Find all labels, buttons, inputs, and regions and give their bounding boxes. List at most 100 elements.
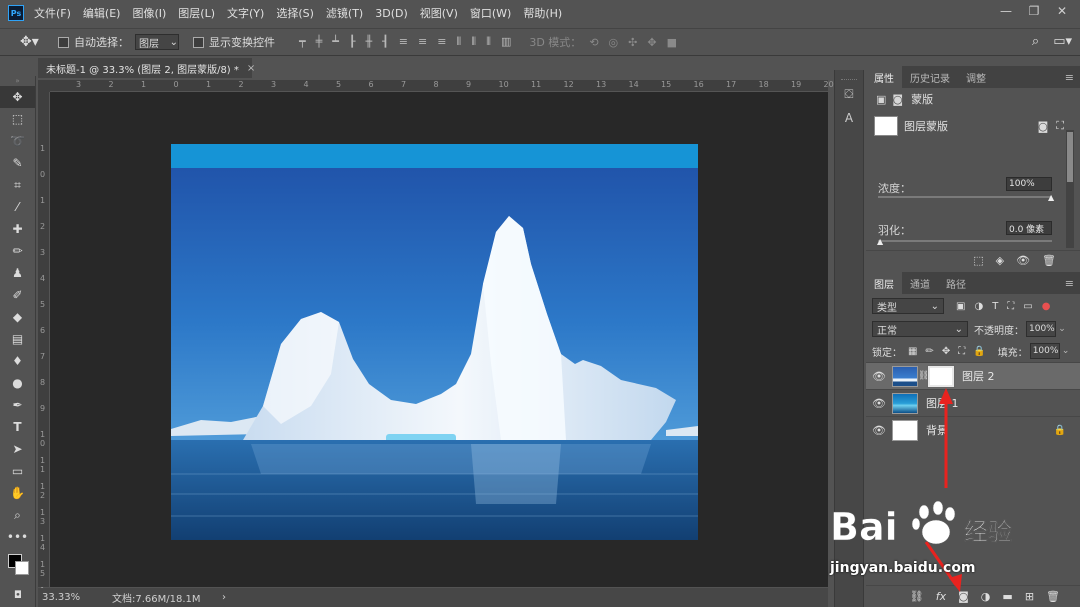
properties-scroll-thumb[interactable] <box>1067 132 1073 182</box>
blend-mode-dropdown[interactable]: 正常 ⌄ <box>872 321 968 337</box>
feather-slider[interactable] <box>878 240 1052 242</box>
healing-brush-icon[interactable]: ✚ <box>0 218 35 240</box>
pen-icon[interactable]: ✒ <box>0 394 35 416</box>
lasso-icon[interactable]: ➰ <box>0 130 35 152</box>
distribute-right-icon[interactable]: ⦀ <box>486 35 491 49</box>
density-input[interactable]: 100% <box>1006 177 1052 191</box>
align-hcenter-icon[interactable]: ╫ <box>366 35 373 49</box>
filter-adjustment-icon[interactable]: ◑ <box>974 301 983 312</box>
visibility-eye-icon[interactable]: 👁 <box>866 370 892 383</box>
auto-align-icon[interactable]: ▥ <box>501 35 511 49</box>
menu-filter[interactable]: 滤镜(T) <box>326 5 363 21</box>
layers-menu-icon[interactable]: ≡ <box>1065 277 1074 290</box>
select-mask-icon[interactable]: ◙ <box>1038 120 1049 133</box>
distribute-vcenter-icon[interactable]: ≡ <box>418 35 427 49</box>
hand-icon[interactable]: ✋ <box>0 482 35 504</box>
strip-grip[interactable] <box>841 72 857 80</box>
dodge-icon[interactable]: ● <box>0 372 35 394</box>
marquee-icon[interactable]: ⬚ <box>0 108 35 130</box>
lock-artboard-icon[interactable]: ⛶ <box>958 346 965 357</box>
filter-pixel-icon[interactable]: ▣ <box>956 301 965 312</box>
align-top-icon[interactable]: ┯ <box>299 35 306 49</box>
restore-icon[interactable]: ❐ <box>1022 2 1046 20</box>
add-vector-mask-icon[interactable]: ⛶ <box>1056 119 1064 133</box>
load-selection-icon[interactable]: ⬚ <box>973 254 983 267</box>
vector-mask-icon[interactable]: ◙ <box>892 93 903 106</box>
minimize-icon[interactable]: — <box>994 2 1018 20</box>
menu-type[interactable]: 文字(Y) <box>227 5 264 21</box>
lock-position-icon[interactable]: ✥ <box>942 346 950 357</box>
lock-all-icon[interactable]: 🔒 <box>973 346 985 357</box>
distribute-left-icon[interactable]: ⦀ <box>456 35 461 49</box>
density-slider[interactable] <box>878 196 1052 198</box>
quick-mask-icon[interactable]: ◘ <box>0 584 36 606</box>
align-vcenter-icon[interactable]: ╪ <box>316 35 323 49</box>
tab-adjustments[interactable]: 调整 <box>958 66 994 88</box>
type-icon[interactable]: T <box>0 416 35 438</box>
distribute-top-icon[interactable]: ≡ <box>399 35 408 49</box>
layer-row-layer1[interactable]: 👁 图层 1 <box>866 389 1080 416</box>
new-layer-icon[interactable]: ⊞ <box>1025 590 1034 603</box>
lock-transparent-icon[interactable]: ▦ <box>908 346 917 357</box>
filter-shape-icon[interactable]: ⛶ <box>1007 301 1014 312</box>
zoom-level[interactable]: 33.33% <box>42 592 112 603</box>
toolbar-grip-icon[interactable]: » <box>0 76 35 86</box>
layer-row-background[interactable]: 👁 背景 🔒 <box>866 416 1080 443</box>
feather-input[interactable]: 0.0 像素 <box>1006 221 1052 235</box>
auto-select-checkbox[interactable] <box>58 36 69 48</box>
eraser-icon[interactable]: ◆ <box>0 306 35 328</box>
brush-icon[interactable]: ✏ <box>0 240 35 262</box>
align-bottom-icon[interactable]: ┷ <box>332 35 339 49</box>
move-icon[interactable]: ✥ <box>0 86 35 108</box>
opacity-input[interactable]: 100% <box>1026 321 1056 337</box>
toggle-mask-eye-icon[interactable]: 👁 <box>1016 254 1030 267</box>
pixel-mask-icon[interactable]: ▣ <box>876 93 886 106</box>
layer-thumbnail[interactable] <box>892 392 918 414</box>
layer-style-icon[interactable]: fx <box>936 590 946 603</box>
scale-3d-icon[interactable]: ■ <box>667 36 677 49</box>
slide-3d-icon[interactable]: ✥ <box>647 36 656 49</box>
gradient-icon[interactable]: ▤ <box>0 328 35 350</box>
layer-name[interactable]: 图层 2 <box>962 368 995 384</box>
workspace-icon[interactable]: ▭▾ <box>1053 34 1072 49</box>
menu-help[interactable]: 帮助(H) <box>523 5 562 21</box>
tab-properties[interactable]: 属性 <box>866 66 902 88</box>
roll-3d-icon[interactable]: ◎ <box>609 36 619 49</box>
show-transform-checkbox[interactable] <box>193 36 204 48</box>
move-tool-icon[interactable]: ✥▾ <box>20 34 44 50</box>
link-layers-icon[interactable]: ⛓ <box>910 590 924 603</box>
layer-name[interactable]: 图层 1 <box>926 395 959 411</box>
document-tab[interactable]: 未标题-1 @ 33.3% (图层 2, 图层蒙版/8) * × <box>38 58 255 78</box>
menu-edit[interactable]: 编辑(E) <box>83 5 121 21</box>
add-mask-icon[interactable]: ◙ <box>958 590 969 603</box>
new-group-icon[interactable]: ▬ <box>1002 590 1012 603</box>
background-color-swatch[interactable] <box>15 561 29 575</box>
auto-select-dropdown[interactable]: 图层 ⌄ <box>135 34 179 50</box>
menu-layer[interactable]: 图层(L) <box>178 5 215 21</box>
info-panel-icon[interactable]: ⛋ <box>835 82 863 106</box>
path-select-icon[interactable]: ➤ <box>0 438 35 460</box>
menu-window[interactable]: 窗口(W) <box>470 5 511 21</box>
mask-link-icon[interactable]: ⛓ <box>918 371 929 381</box>
filter-type-icon[interactable]: T <box>992 301 998 312</box>
tab-layers[interactable]: 图层 <box>866 272 902 294</box>
lock-pixels-icon[interactable]: ✏ <box>925 346 933 357</box>
close-window-icon[interactable]: ✕ <box>1050 2 1074 20</box>
search-icon[interactable]: ⌕ <box>1032 34 1039 49</box>
filter-toggle-icon[interactable]: ● <box>1042 301 1051 312</box>
apply-mask-icon[interactable]: ◈ <box>996 254 1004 267</box>
status-menu-arrow-icon[interactable]: › <box>222 592 226 603</box>
blur-icon[interactable]: ♦ <box>0 350 35 372</box>
close-tab-icon[interactable]: × <box>247 63 255 74</box>
layer-thumbnail[interactable] <box>892 419 918 441</box>
layer-name[interactable]: 背景 <box>926 422 948 438</box>
menu-image[interactable]: 图像(I) <box>132 5 166 21</box>
history-brush-icon[interactable]: ✐ <box>0 284 35 306</box>
pan-3d-icon[interactable]: ✣ <box>628 36 637 49</box>
menu-select[interactable]: 选择(S) <box>276 5 314 21</box>
menu-file[interactable]: 文件(F) <box>34 5 71 21</box>
menu-3d[interactable]: 3D(D) <box>375 7 408 20</box>
rotate-3d-icon[interactable]: ⟲ <box>589 36 598 49</box>
new-adjustment-icon[interactable]: ◑ <box>981 590 991 603</box>
opacity-dropdown-icon[interactable]: ⌄ <box>1056 324 1068 334</box>
